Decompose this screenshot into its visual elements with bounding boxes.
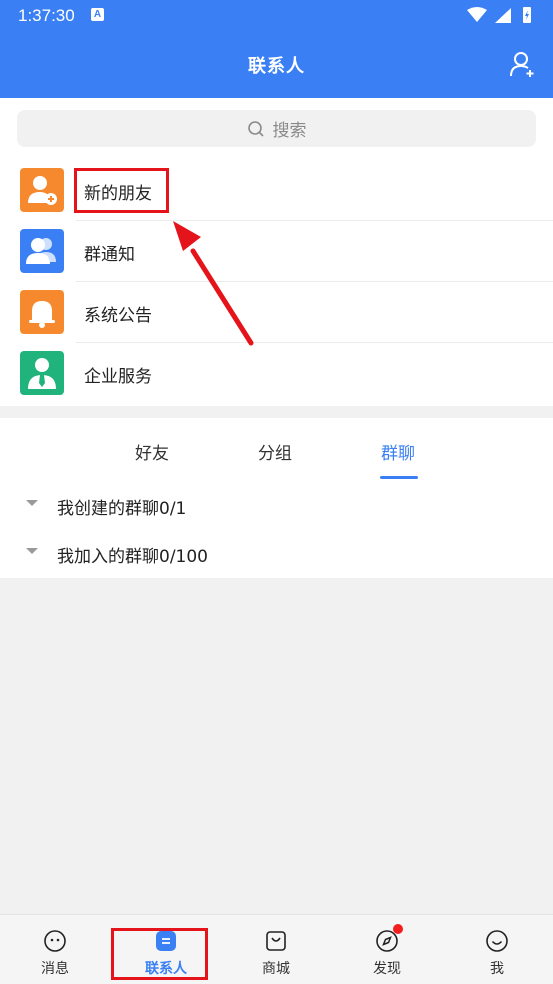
- entry-system-announcement[interactable]: 系统公告: [0, 282, 553, 343]
- status-notification-badge: A: [91, 8, 104, 21]
- group-joined-chats[interactable]: 我加入的群聊0/100: [0, 533, 553, 573]
- system-status-icons: [467, 7, 531, 23]
- nav-label: 我: [490, 961, 504, 977]
- status-bar: 1:37:30 A: [0, 0, 553, 32]
- bell-icon: [20, 290, 64, 334]
- shopping-bag-icon: [266, 931, 286, 951]
- nav-messages[interactable]: 消息: [0, 915, 110, 984]
- search-section: 搜索: [0, 98, 553, 160]
- nav-discover[interactable]: 发现: [332, 915, 442, 984]
- search-placeholder: 搜索: [272, 121, 307, 141]
- nav-me[interactable]: 我: [442, 915, 552, 984]
- caret-down-icon: [26, 548, 38, 554]
- group-notice-icon: [20, 229, 64, 273]
- add-contact-icon[interactable]: [509, 50, 537, 78]
- highlight-box: [111, 928, 208, 980]
- tab-friends[interactable]: 好友: [135, 439, 169, 464]
- entry-group-notice[interactable]: 群通知: [0, 221, 553, 282]
- smile-icon: [486, 930, 508, 952]
- add-friend-icon: [20, 168, 64, 212]
- active-tab-indicator: [380, 476, 418, 479]
- notification-dot: [393, 924, 403, 934]
- search-input[interactable]: 搜索: [17, 110, 536, 147]
- entry-label: 系统公告: [84, 306, 152, 326]
- friend-group-panel: 好友 分组 群聊 我创建的群聊0/1 我加入的群聊0/100: [0, 418, 553, 578]
- signal-icon: [495, 8, 511, 23]
- wifi-icon: [467, 7, 487, 22]
- group-created-chats[interactable]: 我创建的群聊0/1: [0, 485, 553, 525]
- nav-mall[interactable]: 商城: [221, 915, 331, 984]
- nav-label: 发现: [373, 961, 401, 977]
- nav-label: 商城: [262, 961, 290, 977]
- business-person-icon: [20, 351, 64, 395]
- contact-entry-list: 新的朋友 群通知 系统公告 企业服务: [0, 160, 553, 406]
- page-title: 联系人: [248, 56, 305, 77]
- header-bar: 1:37:30 A 联系人: [0, 0, 553, 98]
- status-time: 1:37:30: [18, 6, 75, 25]
- highlight-box: [74, 168, 169, 213]
- group-label: 我加入的群聊0/100: [57, 547, 208, 567]
- entry-new-friends[interactable]: 新的朋友: [0, 160, 553, 221]
- nav-label: 消息: [41, 961, 69, 977]
- search-icon: [247, 120, 264, 137]
- bottom-navigation: 消息 联系人 商城 发现 我: [0, 914, 553, 984]
- group-label: 我创建的群聊0/1: [57, 499, 187, 519]
- entry-label: 群通知: [84, 245, 135, 265]
- tab-groups[interactable]: 分组: [258, 439, 292, 464]
- caret-down-icon: [26, 500, 38, 506]
- message-icon: [44, 930, 66, 952]
- entry-label: 企业服务: [84, 367, 152, 387]
- tab-group-chats[interactable]: 群聊: [381, 439, 415, 464]
- entry-enterprise-service[interactable]: 企业服务: [0, 343, 553, 404]
